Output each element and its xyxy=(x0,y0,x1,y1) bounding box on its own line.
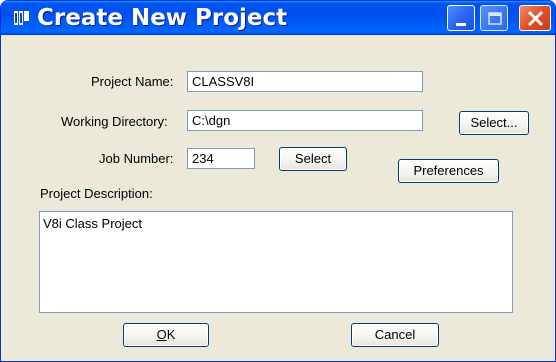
job-number-input[interactable]: 234 xyxy=(187,148,255,169)
project-name-input[interactable]: CLASSV8I xyxy=(187,71,423,92)
preferences-button[interactable]: Preferences xyxy=(398,159,499,183)
close-button[interactable] xyxy=(519,5,551,31)
select-job-button[interactable]: Select xyxy=(279,147,347,171)
working-directory-input[interactable]: C:\dgn xyxy=(187,110,423,131)
window-title: Create New Project xyxy=(37,5,288,31)
select-directory-button[interactable]: Select... xyxy=(459,111,529,135)
ok-button[interactable]: OK xyxy=(123,323,209,347)
maximize-button[interactable] xyxy=(480,5,508,31)
project-name-label: Project Name: xyxy=(91,74,174,89)
microstation-app-icon xyxy=(14,11,29,25)
ok-mnemonic: O xyxy=(156,327,167,342)
ok-label-rest: K xyxy=(166,327,176,342)
cancel-button[interactable]: Cancel xyxy=(351,323,439,347)
job-number-label: Job Number: xyxy=(99,151,174,166)
minimize-button[interactable] xyxy=(447,5,475,31)
project-description-textarea[interactable]: V8i Class Project xyxy=(39,211,513,313)
close-icon xyxy=(527,10,544,27)
maximize-icon xyxy=(488,12,502,25)
title-bar[interactable]: Create New Project xyxy=(1,1,555,35)
working-directory-label: Working Directory: xyxy=(61,114,168,129)
create-new-project-dialog: Create New Project Project Name: CLASSV8… xyxy=(0,0,556,362)
project-description-label: Project Description: xyxy=(40,186,153,201)
minimize-icon xyxy=(456,23,466,26)
